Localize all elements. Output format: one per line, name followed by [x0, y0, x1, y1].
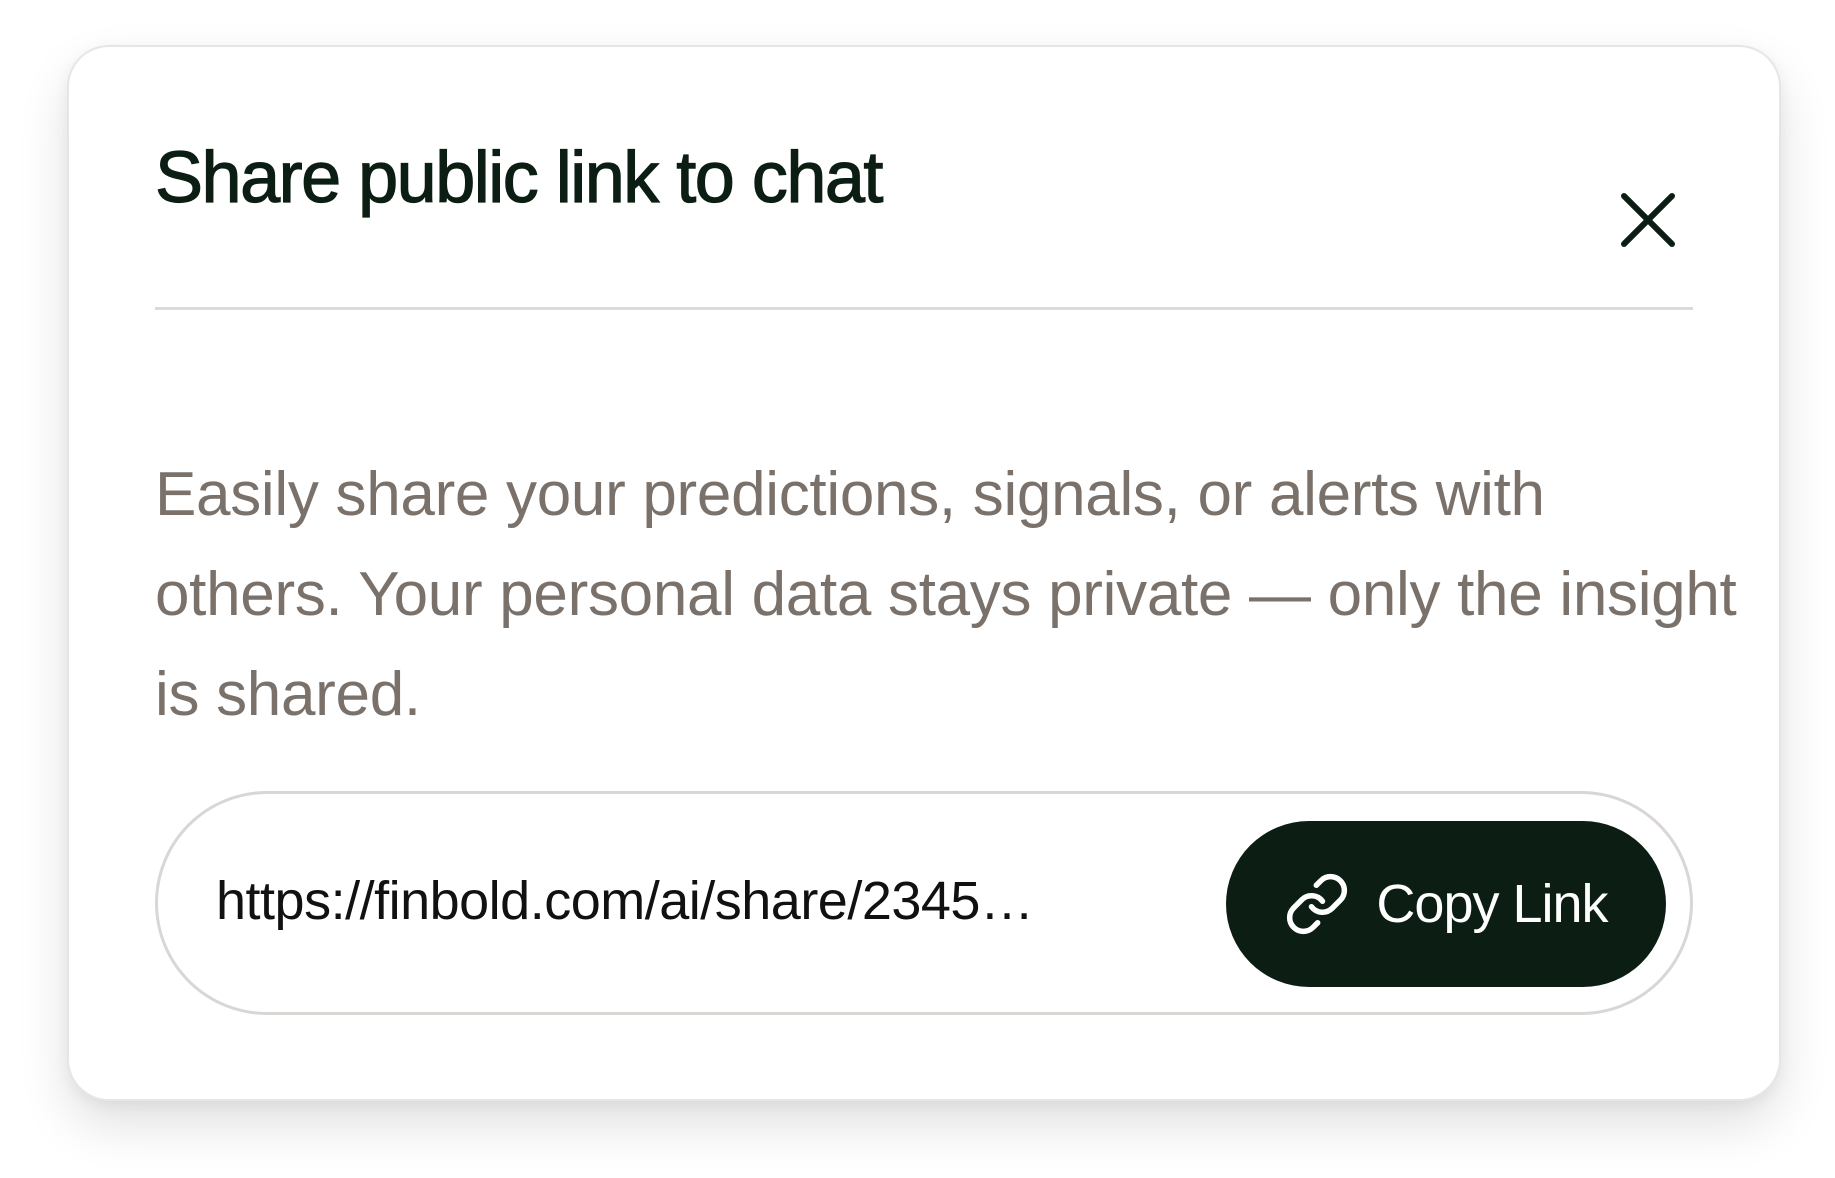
close-button[interactable] [1613, 185, 1683, 255]
dialog-title: Share public link to chat [154, 137, 884, 218]
share-link-url[interactable]: https://finbold.com/ai/share/2345… [216, 866, 1226, 936]
close-icon [1621, 193, 1675, 247]
share-link-field[interactable]: https://finbold.com/ai/share/2345… Copy … [155, 791, 1693, 1015]
dialog-description: Easily share your predictions, signals, … [155, 460, 1737, 729]
link-icon [1284, 871, 1350, 937]
copy-link-label: Copy Link [1376, 874, 1608, 934]
header-divider [155, 307, 1693, 310]
share-dialog: Share public link to chat Easily share y… [67, 45, 1781, 1101]
copy-link-button[interactable]: Copy Link [1226, 821, 1666, 987]
